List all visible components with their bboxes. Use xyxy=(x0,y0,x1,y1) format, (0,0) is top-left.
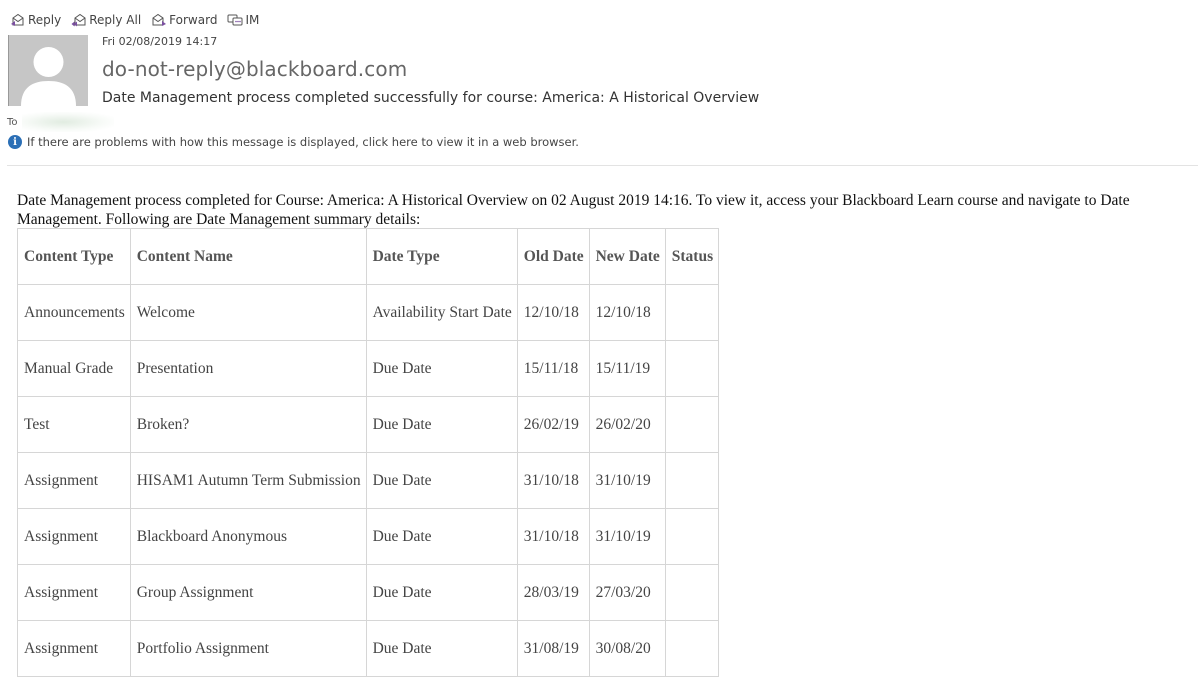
reply-all-label: Reply All xyxy=(89,13,142,27)
cell-old-date: 31/10/18 xyxy=(516,508,590,565)
cell-content-name: Broken? xyxy=(129,396,367,453)
table-row: Announcements Welcome Availability Start… xyxy=(17,284,720,341)
cell-content-type: Assignment xyxy=(17,564,131,621)
cell-content-type: Assignment xyxy=(17,452,131,509)
table-row: Manual Grade Presentation Due Date 15/11… xyxy=(17,340,720,397)
reply-all-icon xyxy=(71,13,86,27)
table-row: Assignment Blackboard Anonymous Due Date… xyxy=(17,508,720,565)
table-row: Test Broken? Due Date 26/02/19 26/02/20 xyxy=(17,396,720,453)
cell-content-type: Announcements xyxy=(17,284,131,341)
cell-date-type: Due Date xyxy=(365,452,518,509)
cell-status xyxy=(664,452,720,509)
reply-icon xyxy=(11,13,24,26)
cell-new-date: 30/08/20 xyxy=(588,620,666,677)
header-date-type: Date Type xyxy=(365,228,518,285)
to-label: To xyxy=(7,117,18,128)
forward-label: Forward xyxy=(169,13,218,27)
header-new-date: New Date xyxy=(588,228,666,285)
table-row: Assignment HISAM1 Autumn Term Submission… xyxy=(17,452,720,509)
cell-content-name: Blackboard Anonymous xyxy=(129,508,367,565)
forward-icon xyxy=(152,13,167,26)
person-silhouette-icon xyxy=(21,47,76,106)
cell-date-type: Availability Start Date xyxy=(365,284,518,341)
message-toolbar: Reply Reply All Forward IM xyxy=(10,11,269,29)
instant-message-icon xyxy=(227,14,243,26)
info-bar[interactable]: i If there are problems with how this me… xyxy=(8,135,579,149)
header-divider xyxy=(7,165,1198,166)
cell-content-name: Welcome xyxy=(129,284,367,341)
cell-status xyxy=(664,396,720,453)
cell-old-date: 26/02/19 xyxy=(516,396,590,453)
cell-status xyxy=(664,620,720,677)
cell-status xyxy=(664,508,720,565)
cell-content-name: Portfolio Assignment xyxy=(129,620,367,677)
info-icon: i xyxy=(8,135,22,149)
sent-time: Fri 02/08/2019 14:17 xyxy=(102,35,218,48)
message-intro-text: Date Management process completed for Co… xyxy=(17,192,1130,228)
table-row: Assignment Group Assignment Due Date 28/… xyxy=(17,564,720,621)
cell-date-type: Due Date xyxy=(365,508,518,565)
message-subject: Date Management process completed succes… xyxy=(102,90,760,106)
cell-content-name: Presentation xyxy=(129,340,367,397)
cell-new-date: 31/10/19 xyxy=(588,508,666,565)
cell-status xyxy=(664,284,720,341)
sender-address[interactable]: do-not-reply@blackboard.com xyxy=(102,57,407,81)
reply-label: Reply xyxy=(28,13,62,27)
cell-date-type: Due Date xyxy=(365,340,518,397)
cell-old-date: 15/11/18 xyxy=(516,340,590,397)
info-bar-text: If there are problems with how this mess… xyxy=(27,135,579,149)
cell-content-type: Manual Grade xyxy=(17,340,131,397)
date-management-summary-table: Content Type Content Name Date Type Old … xyxy=(17,228,720,677)
im-button[interactable]: IM xyxy=(227,13,259,27)
recipient-redacted xyxy=(22,112,114,132)
header-old-date: Old Date xyxy=(516,228,590,285)
cell-new-date: 31/10/19 xyxy=(588,452,666,509)
reply-all-button[interactable]: Reply All xyxy=(71,13,141,27)
cell-content-name: HISAM1 Autumn Term Submission xyxy=(129,452,367,509)
cell-status xyxy=(664,564,720,621)
cell-date-type: Due Date xyxy=(365,620,518,677)
cell-content-type: Assignment xyxy=(17,620,131,677)
cell-content-type: Assignment xyxy=(17,508,131,565)
header-content-type: Content Type xyxy=(17,228,131,285)
cell-new-date: 26/02/20 xyxy=(588,396,666,453)
cell-date-type: Due Date xyxy=(365,564,518,621)
forward-button[interactable]: Forward xyxy=(151,13,217,27)
cell-content-type: Test xyxy=(17,396,131,453)
table-row: Assignment Portfolio Assignment Due Date… xyxy=(17,620,720,677)
sender-avatar xyxy=(8,35,88,106)
header-status: Status xyxy=(664,228,720,285)
reply-button[interactable]: Reply xyxy=(10,13,61,27)
cell-old-date: 28/03/19 xyxy=(516,564,590,621)
table-header-row: Content Type Content Name Date Type Old … xyxy=(17,228,720,285)
cell-new-date: 12/10/18 xyxy=(588,284,666,341)
header-content-name: Content Name xyxy=(129,228,367,285)
cell-status xyxy=(664,340,720,397)
im-label: IM xyxy=(245,13,260,27)
cell-old-date: 31/10/18 xyxy=(516,452,590,509)
cell-old-date: 31/08/19 xyxy=(516,620,590,677)
cell-date-type: Due Date xyxy=(365,396,518,453)
cell-new-date: 27/03/20 xyxy=(588,564,666,621)
cell-old-date: 12/10/18 xyxy=(516,284,590,341)
cell-content-name: Group Assignment xyxy=(129,564,367,621)
cell-new-date: 15/11/19 xyxy=(588,340,666,397)
